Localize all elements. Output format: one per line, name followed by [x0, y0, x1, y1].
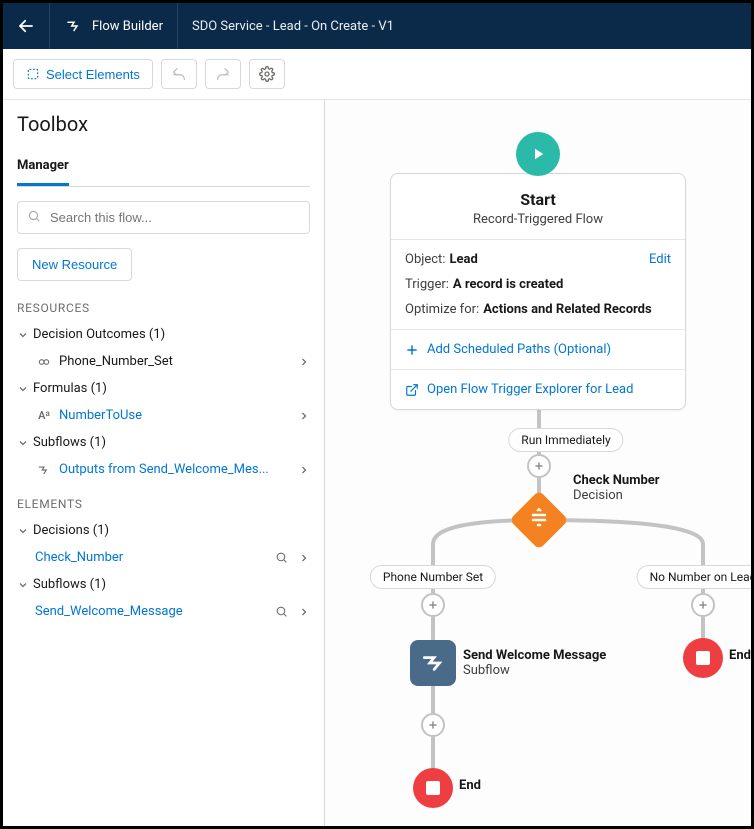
search-icon[interactable] — [275, 605, 288, 618]
phone-number-set-pill: Phone Number Set — [370, 565, 496, 589]
select-elements-label: Select Elements — [46, 67, 140, 82]
start-edit-link[interactable]: Edit — [649, 252, 671, 267]
flow-icon — [420, 650, 446, 676]
open-flow-explorer-link[interactable]: Open Flow Trigger Explorer for Lead — [391, 369, 685, 409]
group-subflows-elements[interactable]: Subflows (1) — [3, 571, 324, 598]
start-trigger-key: Trigger: — [405, 277, 449, 292]
subflow-title: Send Welcome Message — [463, 648, 606, 663]
start-card[interactable]: Start Record-Triggered Flow Object: Lead… — [390, 173, 686, 410]
subflow-node[interactable] — [410, 640, 456, 686]
chevron-down-icon — [17, 329, 33, 341]
external-link-icon — [405, 383, 419, 397]
element-label: Check_Number — [35, 550, 269, 565]
group-formulas[interactable]: Formulas (1) — [3, 375, 324, 402]
element-send-welcome[interactable]: Send_Welcome_Message — [3, 598, 324, 625]
toolbox-sidebar: Toolbox Manager New Resource RESOURCES D… — [3, 100, 325, 826]
start-optimize-key: Optimize for: — [405, 302, 479, 317]
start-trigger-value: A record is created — [453, 277, 563, 292]
subflow-subtitle: Subflow — [463, 663, 606, 678]
group-label: Subflows (1) — [33, 577, 310, 592]
search-icon — [27, 209, 41, 227]
flow-builder-icon — [64, 16, 84, 36]
redo-button[interactable] — [205, 59, 241, 89]
resource-phone-number-set[interactable]: Phone_Number_Set — [3, 348, 324, 375]
start-optimize-value: Actions and Related Records — [483, 302, 652, 317]
add-element-button[interactable] — [527, 454, 551, 478]
settings-button[interactable] — [249, 59, 285, 89]
arrow-left-icon — [17, 17, 35, 35]
resource-number-to-use[interactable]: Aa NumberToUse — [3, 402, 324, 429]
start-title: Start — [401, 190, 675, 209]
chevron-down-icon — [17, 437, 33, 449]
resource-label: Phone_Number_Set — [59, 354, 292, 369]
resource-outputs-welcome[interactable]: Outputs from Send_Welcome_Mes... — [3, 456, 324, 483]
chevron-right-icon — [298, 606, 310, 618]
group-label: Subflows (1) — [33, 435, 310, 450]
page-title: SDO Service - Lead - On Create - V1 — [178, 3, 408, 49]
new-resource-button[interactable]: New Resource — [17, 248, 132, 281]
gear-icon — [259, 66, 275, 82]
search-icon[interactable] — [275, 551, 288, 564]
chevron-right-icon — [298, 356, 310, 368]
resources-section-label: RESOURCES — [3, 295, 324, 321]
chevron-down-icon — [17, 579, 33, 591]
chevron-right-icon — [298, 464, 310, 476]
flow-canvas[interactable]: Start Record-Triggered Flow Object: Lead… — [325, 100, 751, 826]
search-input[interactable] — [17, 201, 310, 234]
link-icon — [35, 355, 53, 369]
no-number-pill: No Number on Lead — [637, 565, 751, 589]
decision-icon — [527, 508, 551, 532]
chevron-down-icon — [17, 383, 33, 395]
element-check-number[interactable]: Check_Number — [3, 544, 324, 571]
add-element-button[interactable] — [691, 593, 715, 617]
start-object-value: Lead — [449, 252, 477, 267]
start-subtitle: Record-Triggered Flow — [401, 212, 675, 227]
group-label: Decision Outcomes (1) — [33, 327, 310, 342]
undo-icon — [171, 66, 187, 82]
element-label: Send_Welcome_Message — [35, 604, 269, 619]
start-object-key: Object: — [405, 252, 445, 267]
group-subflows-resources[interactable]: Subflows (1) — [3, 429, 324, 456]
chevron-right-icon — [298, 552, 310, 564]
back-button[interactable] — [3, 3, 50, 49]
app-name: Flow Builder — [92, 19, 163, 34]
toolbox-title: Toolbox — [17, 112, 310, 136]
plus-icon — [405, 343, 419, 357]
add-element-button[interactable] — [421, 593, 445, 617]
group-decision-outcomes[interactable]: Decision Outcomes (1) — [3, 321, 324, 348]
select-elements-button[interactable]: Select Elements — [13, 59, 153, 89]
chevron-down-icon — [17, 525, 33, 537]
group-decisions[interactable]: Decisions (1) — [3, 517, 324, 544]
resource-label: NumberToUse — [59, 408, 292, 423]
end-node[interactable] — [413, 768, 453, 808]
add-element-button[interactable] — [421, 713, 445, 737]
undo-button[interactable] — [161, 59, 197, 89]
resource-label: Outputs from Send_Welcome_Mes... — [59, 462, 292, 477]
app-name-cell: Flow Builder — [50, 3, 178, 49]
start-play-icon[interactable] — [516, 132, 560, 176]
open-flow-explorer-label: Open Flow Trigger Explorer for Lead — [427, 382, 633, 397]
group-label: Formulas (1) — [33, 381, 310, 396]
flow-icon — [35, 463, 53, 477]
elements-section-label: ELEMENTS — [3, 491, 324, 517]
decision-subtitle: Decision — [573, 488, 660, 503]
chevron-right-icon — [298, 410, 310, 422]
add-scheduled-paths-label: Add Scheduled Paths (Optional) — [427, 342, 611, 357]
add-scheduled-paths-link[interactable]: Add Scheduled Paths (Optional) — [391, 329, 685, 369]
end-label: End — [729, 648, 751, 663]
formula-icon: Aa — [35, 409, 53, 422]
select-icon — [26, 67, 40, 81]
tab-manager[interactable]: Manager — [17, 150, 69, 186]
redo-icon — [215, 66, 231, 82]
end-label: End — [459, 778, 481, 793]
decision-title: Check Number — [573, 473, 660, 488]
group-label: Decisions (1) — [33, 523, 310, 538]
end-node[interactable] — [683, 638, 723, 678]
run-immediately-pill: Run Immediately — [508, 428, 623, 452]
